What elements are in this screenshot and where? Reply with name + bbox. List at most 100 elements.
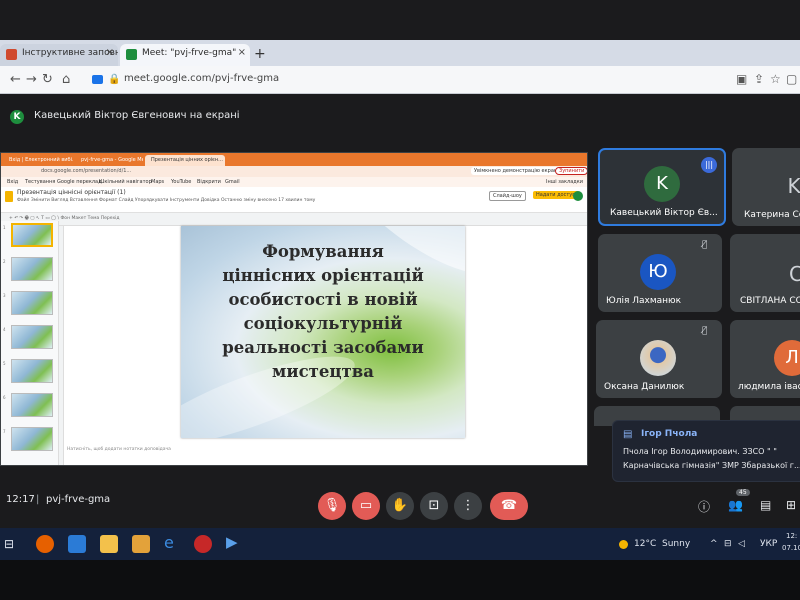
more-options-button[interactable]: ⋮ <box>454 492 482 520</box>
bookmark-star-icon[interactable]: ☆ <box>770 72 781 86</box>
reload-icon[interactable]: ↻ <box>42 72 53 87</box>
thumb-number: 1 <box>3 225 6 230</box>
participant-tile[interactable]: С СВІТЛАНА СО... <box>730 234 800 312</box>
slide-thumbnail <box>11 223 53 247</box>
meeting-info-icon[interactable]: ⓘ <box>698 498 710 515</box>
edge-icon[interactable]: e <box>164 533 182 552</box>
weather-sun-icon <box>619 540 628 549</box>
clock-time[interactable]: 12: <box>786 532 797 540</box>
present-screen-button[interactable]: ⊡ <box>420 492 448 520</box>
participant-tile[interactable]: K Катерина Се... <box>732 148 800 226</box>
people-icon[interactable]: 👥 <box>728 498 743 512</box>
present-icon: ⊡ <box>428 498 440 513</box>
clock-date[interactable]: 07.10 <box>782 544 800 552</box>
task-view-icon[interactable]: ⊟ <box>4 537 22 555</box>
keyboard-language[interactable]: УКР <box>760 539 777 549</box>
back-icon[interactable]: ← <box>10 72 21 87</box>
slide-thumbnail <box>11 325 53 349</box>
bookmark-item: YouTube <box>171 179 192 185</box>
raise-hand-button[interactable]: ✋ <box>386 492 414 520</box>
participant-avatar: K <box>787 174 800 198</box>
bookmark-item: Відкрити <box>197 179 221 185</box>
file-explorer-icon[interactable] <box>100 535 118 553</box>
participant-avatar: Ю <box>640 254 676 290</box>
audio-level-icon: ||| <box>701 157 717 173</box>
camera-off-button[interactable]: ▭ <box>352 492 380 520</box>
mic-off-icon: 🎙̸ <box>702 240 708 250</box>
mic-off-icon: 🎙 <box>323 498 341 513</box>
shared-tab: Вхід | Електронний вибі... <box>9 157 73 163</box>
network-icon[interactable]: ⊟ <box>724 539 732 549</box>
tab-favicon-icon <box>6 49 17 60</box>
slide-filmstrip: 1 2 3 4 5 6 7 <box>1 221 59 465</box>
bookmark-item: Maps <box>151 179 165 185</box>
chat-notification[interactable]: ▤ Ігор Пчола Пчола Ігор Володимирович. З… <box>612 420 800 482</box>
slide-thumbnail <box>11 427 53 451</box>
document-title: Презентація ціннісні орієнтації (1) <box>17 189 126 196</box>
slide-thumbnail <box>11 257 53 281</box>
forward-icon[interactable]: → <box>26 72 37 87</box>
browser-tab-active[interactable]: Meet: "pvj-frve-gma" × <box>120 44 250 66</box>
new-tab-button[interactable]: + <box>254 46 266 62</box>
tray-chevron-icon[interactable]: ^ <box>710 539 718 549</box>
slides-header: Презентація ціннісні орієнтації (1) Файл… <box>1 187 587 213</box>
briefcase-icon[interactable] <box>132 535 150 553</box>
share-icon[interactable]: ⇪ <box>754 72 764 86</box>
tab-close-icon[interactable]: × <box>106 47 114 58</box>
more-vert-icon: ⋮ <box>461 498 475 513</box>
vertical-ruler <box>59 226 64 465</box>
slide-canvas: Формування ціннісних орієнтацій особисто… <box>59 221 587 465</box>
shared-tab: pvj-frve-gma - Google Meet <box>81 157 143 163</box>
lock-icon[interactable]: 🔒 <box>108 74 120 85</box>
windows-taskbar: ⊟ e ▶ 12°C Sunny ^ ⊟ ◁ УКР 12: 07.10 <box>0 528 800 560</box>
bookmark-item: Google переклад <box>57 179 102 185</box>
participant-avatar: K <box>644 166 680 202</box>
camera-indicator-icon <box>92 75 103 84</box>
hand-icon: ✋ <box>391 498 409 513</box>
home-icon[interactable]: ⌂ <box>62 72 70 87</box>
tab-label: Meet: "pvj-frve-gma" <box>142 48 237 58</box>
leave-call-button[interactable]: ☎ <box>490 492 528 520</box>
monitor-bezel <box>0 560 800 600</box>
url-field[interactable]: meet.google.com/pvj-frve-gma <box>124 73 279 84</box>
thumb-number: 5 <box>3 361 6 366</box>
thumb-number: 6 <box>3 395 6 400</box>
microphone-off-button[interactable]: 🎙 <box>318 492 346 520</box>
slides-toolbar: + ↶ ↷ 🖶 ▢ ↖ T ▭ ◯ \ Фон Макет Тема Перех… <box>1 213 587 221</box>
browser-tab[interactable]: Інструктивне заповнення на заїзд 37 ... … <box>0 44 118 66</box>
browser-tab-strip: Інструктивне заповнення на заїзд 37 ... … <box>0 40 800 66</box>
camera-off-icon: ▭ <box>359 498 373 513</box>
participant-tile[interactable]: 🎙̸ Оксана Данилюк <box>596 320 722 398</box>
firefox-icon[interactable] <box>36 535 54 553</box>
store-icon[interactable] <box>68 535 86 553</box>
slide-thumbnail <box>11 359 53 383</box>
opera-icon[interactable] <box>194 535 212 553</box>
extensions-icon[interactable]: ▢ <box>786 72 797 86</box>
share-access-button: Надати доступ <box>533 191 579 199</box>
phone-hangup-icon: ☎ <box>500 498 518 513</box>
volume-icon[interactable]: ◁ <box>738 539 745 549</box>
camera-permission-icon[interactable]: ▣ <box>736 72 747 86</box>
temperature: 12°C <box>634 539 657 549</box>
thumb-number: 4 <box>3 327 6 332</box>
media-player-icon[interactable]: ▶ <box>226 533 244 551</box>
shared-bookmarks-bar: Вхід Тестування Google переклад Шкільний… <box>1 177 587 187</box>
meeting-code: pvj-frve-gma <box>46 494 111 505</box>
slideshow-button: Слайд-шоу <box>489 191 526 201</box>
slide-thumbnail <box>11 393 53 417</box>
tab-close-icon[interactable]: × <box>238 47 246 58</box>
participant-count-badge: 45 <box>736 489 750 496</box>
presenter-initial-icon: K <box>10 110 24 124</box>
bookmark-item: Шкільний навігатор <box>99 179 152 185</box>
other-bookmarks: Інші закладки <box>545 179 583 185</box>
participant-name: Катерина Се... <box>744 210 800 220</box>
chat-icon[interactable]: ▤ <box>760 498 771 512</box>
bookmark-item: Тестування <box>25 179 56 185</box>
shared-screen: Вхід | Електронний вибі... pvj-frve-gma … <box>0 152 588 466</box>
participant-tile[interactable]: Л людмила івас... <box>730 320 800 398</box>
participant-tile[interactable]: Ю 🎙̸ Юлія Лахманюк <box>598 234 722 312</box>
activities-icon[interactable]: ⊞ <box>786 498 796 512</box>
participant-tile[interactable]: K ||| Кавецький Віктор Єв... <box>598 148 726 226</box>
meeting-separator: | <box>36 494 40 505</box>
account-avatar <box>573 191 583 201</box>
